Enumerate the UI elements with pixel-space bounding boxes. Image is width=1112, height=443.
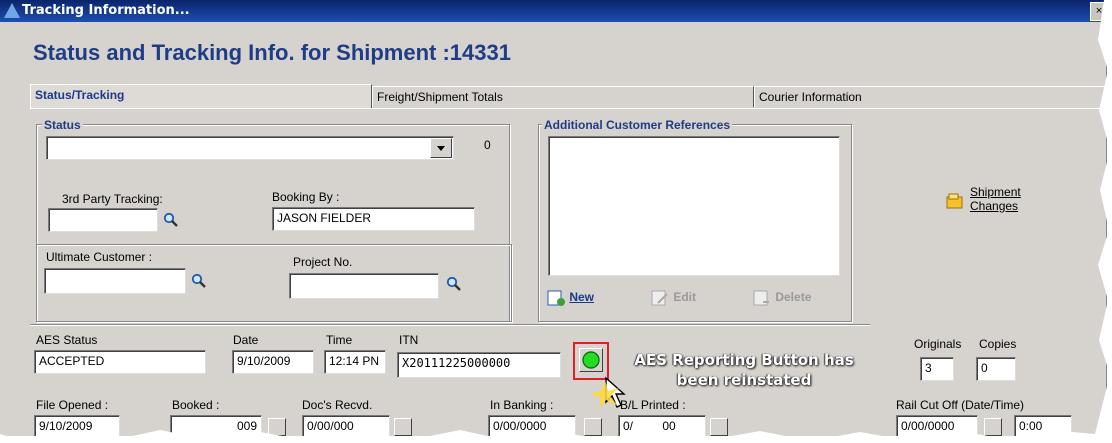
rail-cutoff-date-input[interactable]: 0/00/0000: [896, 415, 978, 436]
edit-reference-button[interactable]: Edit: [650, 289, 696, 307]
bl-printed-value: 0/: [623, 419, 634, 433]
new-reference-button[interactable]: New: [546, 289, 594, 307]
delete-document-icon: [753, 290, 769, 306]
aes-time-label: Time: [326, 333, 353, 347]
bl-printed-label: B/L Printed :: [620, 398, 686, 412]
annotation-callout: AES Reporting Button has been reinstated: [634, 351, 854, 389]
edit-reference-label: Edit: [673, 290, 697, 305]
third-party-tracking-label: 3rd Party Tracking:: [62, 192, 163, 206]
booked-label: Booked :: [172, 398, 220, 412]
project-no-input[interactable]: [289, 273, 439, 299]
third-party-tracking-input[interactable]: [48, 208, 158, 232]
delete-reference-label: Delete: [775, 290, 812, 305]
search-icon[interactable]: [163, 212, 178, 227]
copies-label: Copies: [979, 337, 1017, 351]
delete-reference-button[interactable]: Delete: [752, 289, 811, 307]
tab-divider: [30, 108, 1106, 109]
file-opened-label: File Opened :: [36, 398, 109, 412]
calendar-icon[interactable]: [394, 418, 412, 436]
in-banking-input[interactable]: 0/00/0000: [488, 415, 576, 436]
originals-input[interactable]: 3: [920, 357, 954, 381]
tracking-window: Tracking Information... × Status and Tra…: [0, 0, 1107, 436]
calendar-icon[interactable]: [984, 418, 1002, 436]
references-list[interactable]: [548, 136, 840, 276]
search-icon[interactable]: [191, 273, 206, 288]
aes-time-input[interactable]: 12:14 PN: [324, 350, 386, 374]
references-group-label: Additional Customer References: [542, 118, 733, 132]
edit-document-icon: [651, 290, 668, 306]
bl-printed-input[interactable]: 0/ 00: [618, 415, 706, 436]
rail-cutoff-label: Rail Cut Off (Date/Time): [896, 398, 1025, 412]
folder-icon[interactable]: [946, 193, 964, 209]
bl-printed-value-tail: 00: [662, 419, 676, 433]
in-banking-label: In Banking :: [490, 398, 554, 412]
green-status-icon: [582, 351, 600, 369]
click-burst-icon: [590, 380, 619, 410]
new-document-icon: [547, 290, 565, 306]
calendar-icon[interactable]: [268, 418, 286, 436]
page-title: Status and Tracking Info. for Shipment :…: [33, 40, 511, 65]
itn-input[interactable]: X20111225000000: [397, 352, 561, 378]
booking-by-input[interactable]: JASON FIELDER: [272, 207, 475, 231]
status-select[interactable]: [46, 136, 454, 160]
calendar-icon[interactable]: [584, 418, 602, 436]
docs-recvd-label: Doc's Recvd.: [302, 398, 373, 412]
aes-date-input[interactable]: 9/10/2009: [232, 350, 314, 374]
close-icon[interactable]: ×: [1090, 2, 1106, 21]
project-no-label: Project No.: [293, 255, 353, 269]
aes-date-label: Date: [233, 333, 259, 347]
file-opened-input[interactable]: 9/10/2009: [34, 415, 120, 436]
booking-by-label: Booking By :: [272, 190, 340, 204]
status-group-label: Status: [42, 118, 83, 132]
shipment-changes-link[interactable]: Shipment Changes: [970, 185, 1050, 213]
tab-status-tracking[interactable]: Status/Tracking: [30, 84, 372, 108]
search-icon[interactable]: [446, 276, 461, 291]
aes-status-input[interactable]: ACCEPTED: [34, 350, 206, 374]
status-count: 0: [484, 138, 491, 152]
status-dropdown-button[interactable]: [430, 138, 452, 158]
ultimate-customer-input[interactable]: [44, 268, 186, 294]
copies-input[interactable]: 0: [976, 357, 1016, 381]
originals-label: Originals: [914, 337, 962, 351]
title-bar[interactable]: Tracking Information... ×: [0, 0, 1106, 22]
calendar-icon[interactable]: [710, 418, 728, 436]
booked-input[interactable]: 009: [170, 415, 262, 436]
window-title: Tracking Information...: [22, 3, 190, 18]
app-logo-icon: [4, 3, 20, 18]
ultimate-customer-label: Ultimate Customer :: [46, 250, 153, 264]
docs-recvd-input[interactable]: 0/00/000: [302, 415, 390, 436]
aes-status-label: AES Status: [36, 333, 98, 347]
tab-freight-shipment-totals[interactable]: Freight/Shipment Totals: [372, 86, 754, 107]
section-divider: [30, 324, 870, 326]
aes-reporting-button[interactable]: [579, 348, 603, 372]
tab-courier-information[interactable]: Courier Information: [754, 86, 1106, 107]
itn-label: ITN: [399, 333, 419, 347]
rail-cutoff-time-input[interactable]: 0:00: [1014, 415, 1072, 436]
chevron-down-icon: [437, 146, 445, 151]
new-reference-label: New: [569, 290, 595, 305]
